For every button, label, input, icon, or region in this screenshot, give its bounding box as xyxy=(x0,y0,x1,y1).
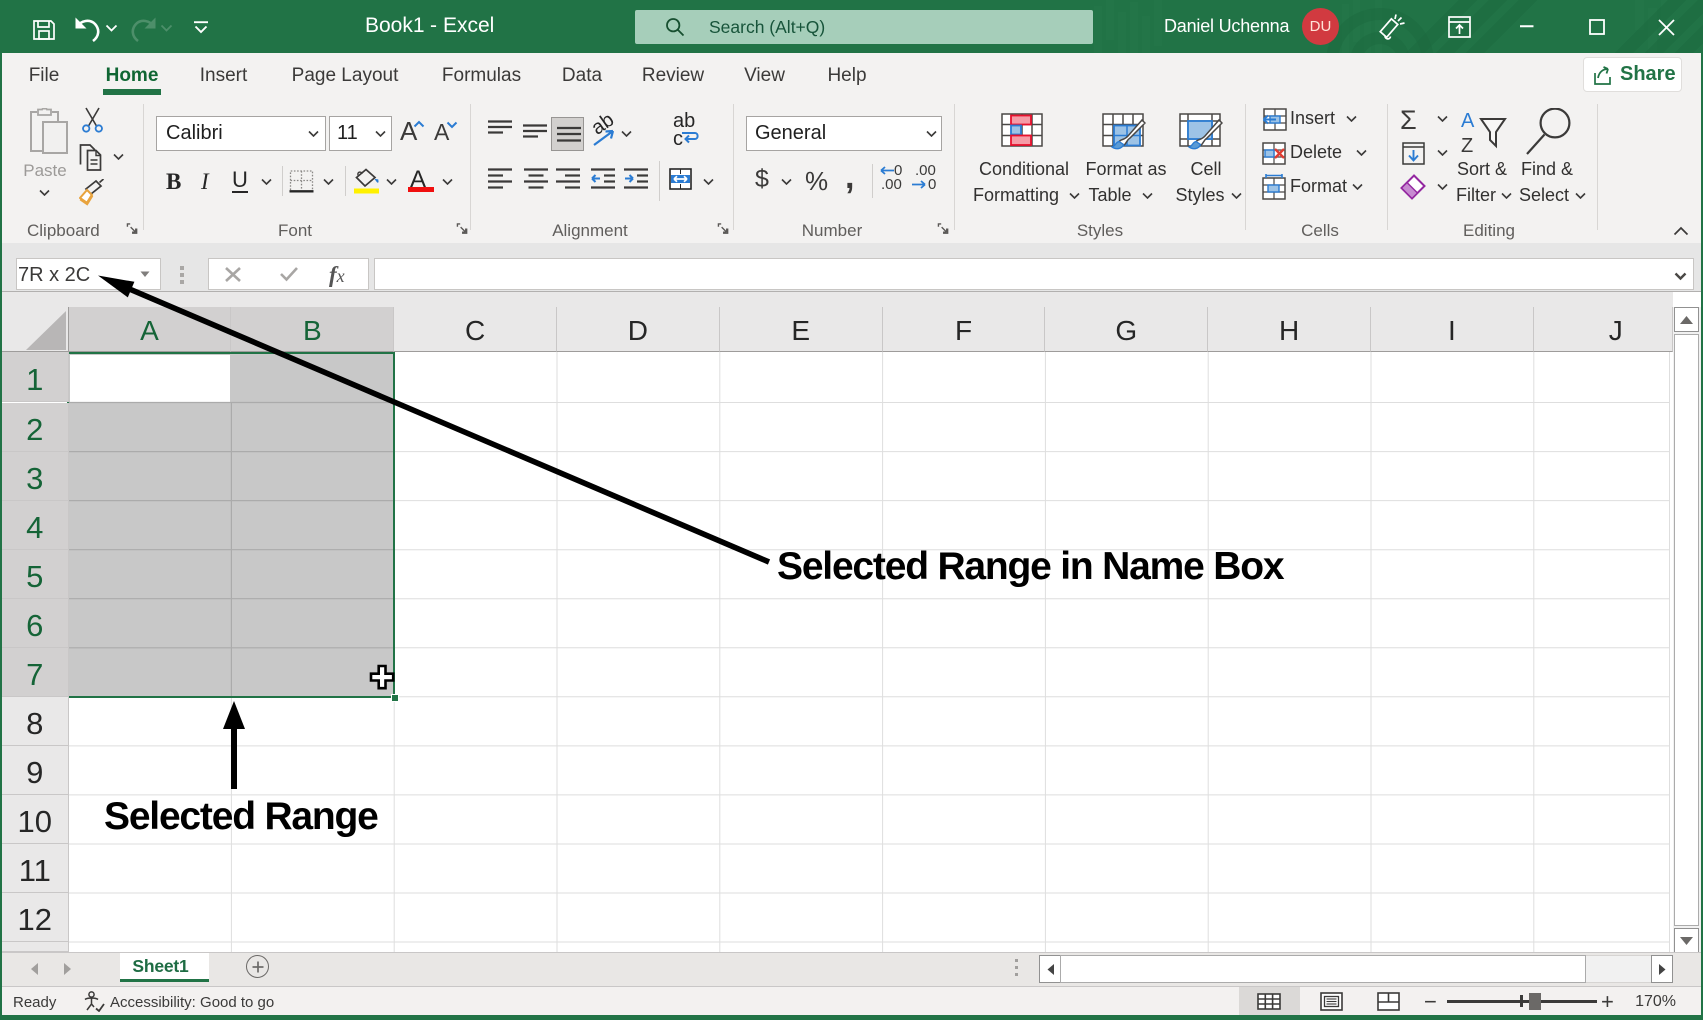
svg-text:Z: Z xyxy=(1461,135,1473,156)
svg-text:A: A xyxy=(1461,110,1475,132)
